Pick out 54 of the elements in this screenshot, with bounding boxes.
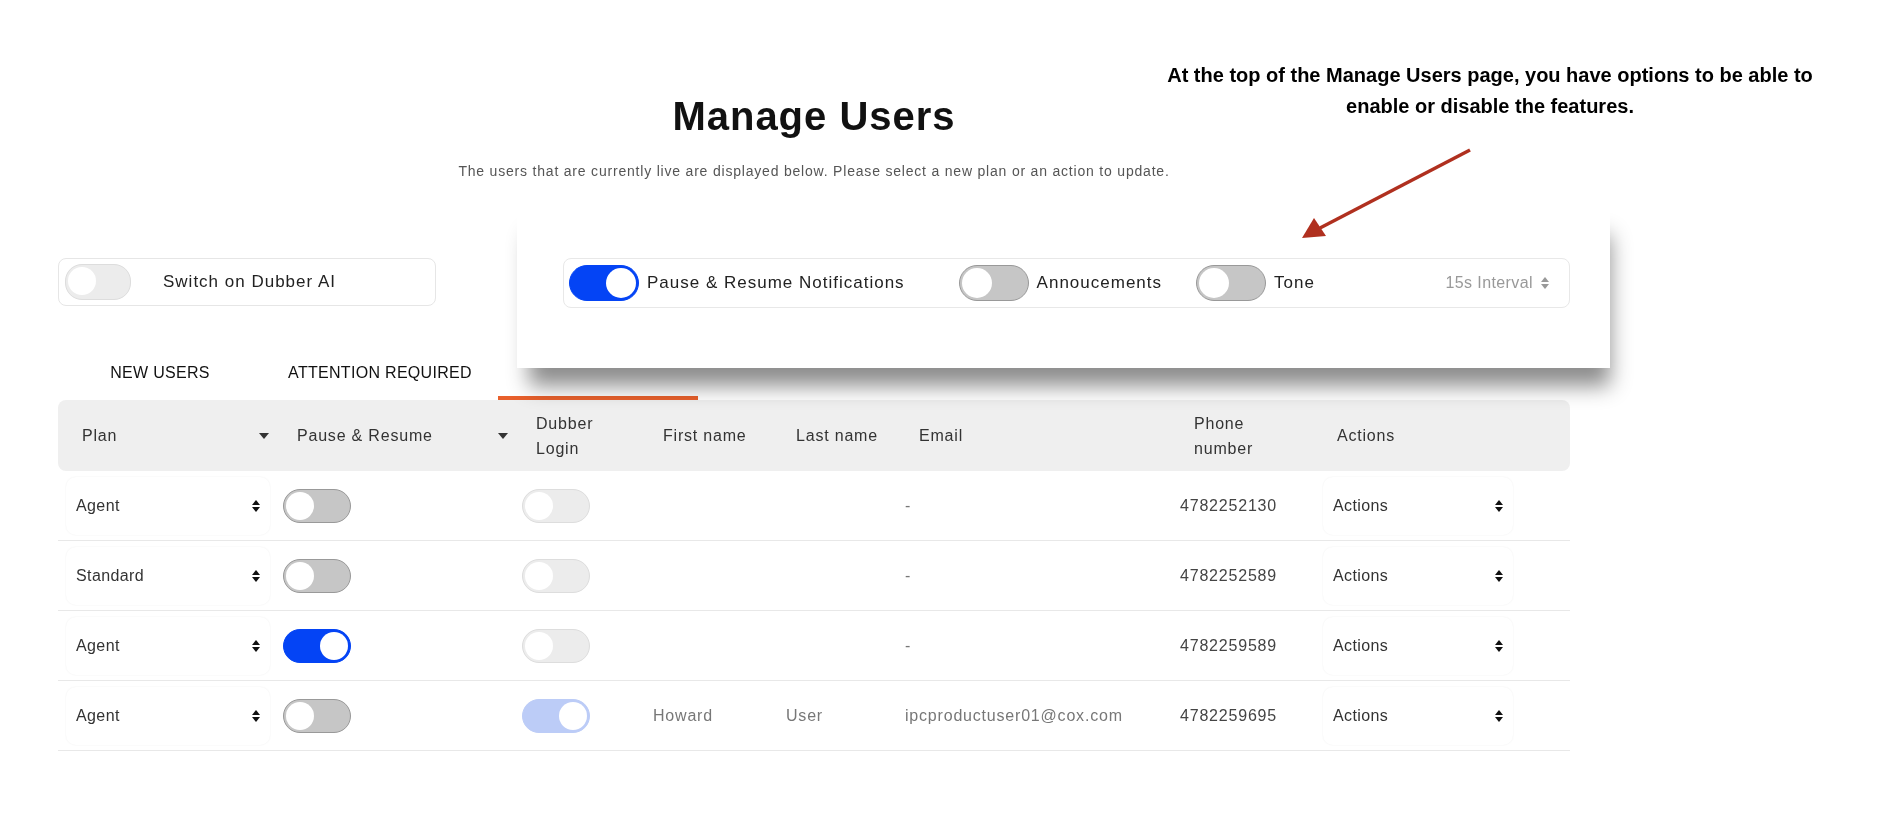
last-name-cell: User xyxy=(786,706,823,725)
first-name-cell: Howard xyxy=(653,706,713,725)
tab[interactable]: ATTENTION REQUIRED xyxy=(262,350,498,400)
caret-icon[interactable] xyxy=(498,432,508,439)
email-cell: - xyxy=(905,496,912,515)
phone-cell: 4782259589 xyxy=(1180,636,1277,655)
actions-select[interactable]: Actions xyxy=(1323,686,1513,745)
email-cell: - xyxy=(905,636,912,655)
plan-select[interactable]: Standard xyxy=(66,546,270,605)
page-subtitle: The users that are currently live are displayed below. Please select a new plan or an action to update. xyxy=(458,163,1170,179)
phone-cell: 4782252130 xyxy=(1180,496,1277,515)
page-title: Manage Users xyxy=(672,93,956,140)
up-down-icon xyxy=(1495,498,1503,513)
up-down-icon xyxy=(1495,708,1503,723)
plan-select[interactable]: Agent xyxy=(66,686,270,745)
plan-select[interactable]: Agent xyxy=(66,616,270,675)
annotation-text: At the top of the Manage Users page, you have options to be able to enable or disable the features. xyxy=(1166,63,1814,119)
caret-icon[interactable] xyxy=(259,432,269,439)
column-header: Pause & Resume xyxy=(297,426,433,446)
actions-select[interactable]: Actions xyxy=(1323,546,1513,605)
email-cell: ipcproductuser01@cox.com xyxy=(905,706,1123,725)
pause-resume-toggle[interactable] xyxy=(283,488,351,523)
tab[interactable]: NEW USERS xyxy=(58,350,262,400)
feature-label: Annoucements xyxy=(1036,273,1162,293)
column-header: Actions xyxy=(1337,426,1396,446)
phone-cell: 4782259695 xyxy=(1180,706,1277,725)
pause-resume-toggle[interactable] xyxy=(283,698,351,733)
actions-select[interactable]: Actions xyxy=(1323,476,1513,535)
up-down-icon xyxy=(252,498,260,513)
column-header: Phone number xyxy=(1194,413,1255,459)
feature-label: Pause & Resume Notifications xyxy=(647,273,905,293)
column-header: First name xyxy=(663,426,747,446)
column-header: Dubber Login xyxy=(536,413,595,459)
feature-toggle[interactable] xyxy=(1196,265,1266,301)
dubber-ai-label: Switch on Dubber AI xyxy=(163,272,337,292)
up-down-icon xyxy=(252,568,260,583)
up-down-icon xyxy=(252,638,260,653)
up-down-icon xyxy=(1495,568,1503,583)
email-cell: - xyxy=(905,566,912,585)
pause-resume-toggle[interactable] xyxy=(283,558,351,593)
up-down-icon xyxy=(252,708,260,723)
pause-resume-toggle[interactable] xyxy=(283,628,351,663)
column-header: Plan xyxy=(82,426,118,446)
actions-select[interactable]: Actions xyxy=(1323,616,1513,675)
column-header: Last name xyxy=(796,426,878,446)
up-down-icon xyxy=(1495,638,1503,653)
plan-select[interactable]: Agent xyxy=(66,476,270,535)
feature-toggle[interactable] xyxy=(958,265,1029,301)
feature-toggle[interactable] xyxy=(569,265,639,301)
up-down-icon xyxy=(1541,276,1549,290)
phone-cell: 4782252589 xyxy=(1180,566,1277,585)
feature-label: Tone xyxy=(1274,273,1315,293)
dubber-ai-toggle[interactable] xyxy=(65,264,131,300)
column-header: Email xyxy=(919,426,963,446)
